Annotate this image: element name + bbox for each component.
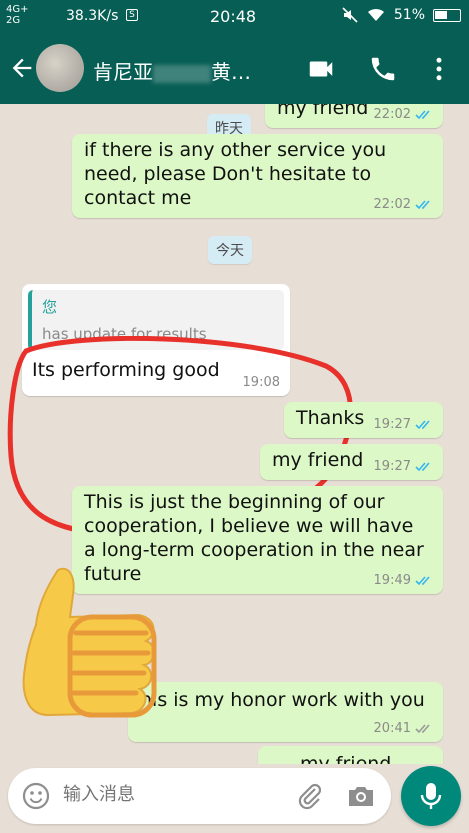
phone-icon[interactable] [368,54,398,84]
read-ticks-icon [415,419,430,429]
battery-icon [433,8,461,22]
message-bubble[interactable]: my friend 22:02 [265,104,443,128]
avatar[interactable] [36,44,84,92]
back-arrow-icon[interactable] [8,54,36,82]
attach-icon[interactable] [295,781,325,811]
mute-icon [342,7,358,23]
delivered-ticks-icon [415,723,430,733]
camera-icon[interactable] [346,782,376,810]
thumbs-up-sticker [22,567,157,718]
message-bubble[interactable]: if there is any other service you need, … [72,134,443,218]
read-ticks-icon [415,199,430,209]
date-separator: 今天 [208,236,252,264]
message-meta: 20:41 [374,721,433,736]
voice-message-button[interactable] [401,766,461,826]
message-meta: 19:49 [374,573,433,588]
chat-header: 肯尼亚 黄… [0,34,469,104]
message-bubble[interactable]: his is my honor work with you 20:41 [128,682,443,742]
microphone-icon [420,783,442,809]
video-call-icon[interactable] [306,54,336,84]
message-meta: 22:02 [374,107,433,122]
message-meta: 19:27 [374,417,433,432]
message-meta: 19:27 [374,459,433,474]
message-input[interactable] [63,784,283,805]
message-bubble[interactable]: my friend 19:27 [260,444,443,480]
s-icon: S [126,9,138,21]
network-indicator: 4G+ 2G [6,4,29,26]
network-speed: 38.3K/s [66,8,119,24]
read-ticks-icon [415,461,430,471]
message-composer [8,768,391,824]
battery-percent: 51% [393,7,425,23]
message-bubble[interactable]: my friend [258,746,443,764]
message-meta: 22:02 [374,197,433,212]
status-bar: 4G+ 2G 38.3K/s S 20:48 51% [0,0,469,34]
read-ticks-icon [415,575,430,585]
wifi-icon [367,8,384,21]
read-ticks-icon [415,109,430,119]
clock: 20:48 [210,7,257,26]
emoji-icon[interactable] [22,782,50,810]
redacted-name [153,64,211,83]
message-bubble[interactable]: Thanks 19:27 [284,402,443,438]
more-options-icon[interactable] [424,54,454,84]
contact-name[interactable]: 肯尼亚 黄… [93,56,251,85]
